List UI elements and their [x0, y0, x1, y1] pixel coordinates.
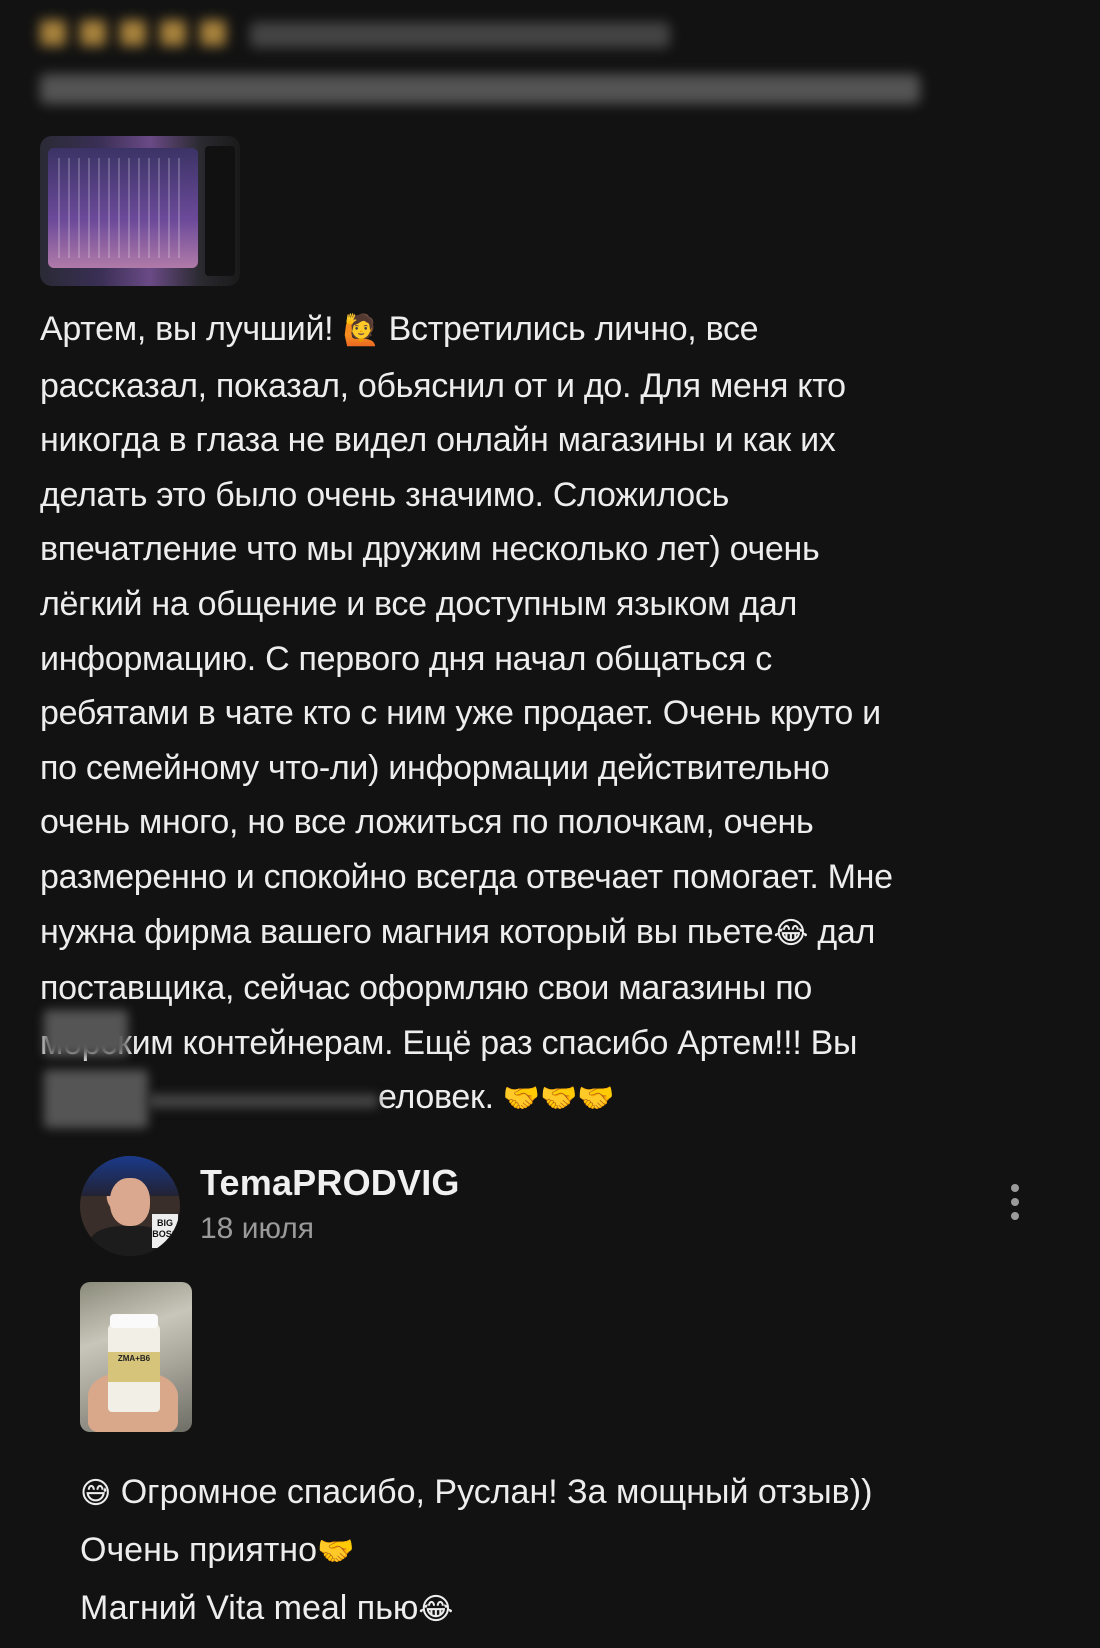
star-icon: [80, 20, 106, 46]
redaction-blur: [44, 1070, 148, 1128]
laugh-emoji-icon: 😂: [773, 915, 809, 951]
avatar-face: [110, 1178, 150, 1226]
review-photo-thumbnail[interactable]: [40, 136, 240, 286]
photo-bottle-cap: [110, 1314, 158, 1328]
more-options-button[interactable]: [1000, 1180, 1030, 1224]
laugh-emoji-icon: 😂: [418, 1592, 454, 1627]
redacted-subtitle: [40, 74, 920, 104]
bottle-label: ZMA+B6: [108, 1352, 160, 1382]
handshake-emoji-icon: 🤝: [317, 1534, 355, 1569]
review-line: нужна фирма вашего магния который вы пье…: [40, 905, 1070, 962]
star-icon: [200, 20, 226, 46]
reply-line-text: Очень приятно: [80, 1531, 317, 1569]
dot-icon: [1011, 1198, 1019, 1206]
redaction-blur: [44, 1010, 128, 1056]
review-line-text: дал: [808, 912, 876, 951]
review-line-text: нужна фирма вашего магния который вы пье…: [40, 912, 774, 951]
sweat-smile-emoji-icon: 😅: [80, 1476, 112, 1511]
review-page: Артем, вы лучший! 🙋 Встретились лично, в…: [0, 0, 1100, 1648]
review-line: информацию. С первого дня начал общаться…: [40, 639, 772, 678]
handshake-emoji-icons: 🤝🤝🤝: [502, 1081, 615, 1117]
avatar-sign: BIG BOSS: [152, 1214, 178, 1248]
dot-icon: [1011, 1184, 1019, 1192]
review-line: поставщика, сейчас оформляю свои магазин…: [40, 969, 812, 1008]
review-line: морским контейнерам. Ещё раз спасибо Арт…: [40, 1023, 858, 1062]
review-line: ребятами в чате кто с ним уже продает. О…: [40, 694, 881, 733]
review-line-text: еловек.: [378, 1078, 494, 1117]
reply-line: Очень приятно🤝: [80, 1522, 1080, 1580]
phone-edge: [205, 146, 235, 276]
redacted-header: [40, 12, 940, 104]
review-line: рассказал, показал, обьяснил от и до. Дл…: [40, 366, 846, 405]
review-body: Артем, вы лучший! 🙋 Встретились лично, в…: [40, 302, 1070, 1127]
star-icon: [160, 20, 186, 46]
star-icon: [40, 20, 66, 46]
reply-line-text: Огромное спасибо, Руслан! За мощный отзы…: [120, 1473, 873, 1511]
reply-line-text: Магний Vita meal пью: [80, 1589, 419, 1627]
rating-stars: [40, 20, 226, 46]
review-line: Артем, вы лучший! 🙋 Встретились лично, в…: [40, 302, 1070, 359]
reply-username[interactable]: TemaPRODVIG: [200, 1162, 460, 1204]
review-line: по семейному что-ли) информации действит…: [40, 748, 830, 787]
review-line: делать это было очень значимо. Сложилось: [40, 475, 730, 514]
review-line: лёгкий на общение и все доступным языком…: [40, 584, 798, 623]
salute-emoji-icon: 🙋: [342, 313, 380, 348]
review-line: никогда в глаза не видел онлайн магазины…: [40, 421, 836, 460]
reply-body: 😅 Огромное спасибо, Руслан! За мощный от…: [80, 1464, 1080, 1638]
redacted-name: [250, 22, 670, 48]
avatar[interactable]: BIG BOSS: [80, 1156, 180, 1256]
dot-icon: [1011, 1212, 1019, 1220]
reply-date: 18 июля: [200, 1212, 315, 1245]
review-line: размеренно и спокойно всегда отвечает по…: [40, 857, 893, 896]
screen-text-lines: [58, 158, 188, 258]
redaction-blur: [148, 1094, 378, 1108]
reply-photo-thumbnail[interactable]: ZMA+B6: [80, 1282, 192, 1432]
star-icon: [120, 20, 146, 46]
review-line-text: Встретились лично, все: [379, 310, 759, 348]
reply-line: 😅 Огромное спасибо, Руслан! За мощный от…: [80, 1464, 1080, 1522]
reply-line: Магний Vita meal пью😂: [80, 1580, 1080, 1638]
review-line-text: Артем, вы лучший!: [40, 310, 343, 348]
review-line: впечатление что мы дружим несколько лет)…: [40, 530, 820, 569]
review-line: очень много, но все ложиться по полочкам…: [40, 803, 814, 842]
